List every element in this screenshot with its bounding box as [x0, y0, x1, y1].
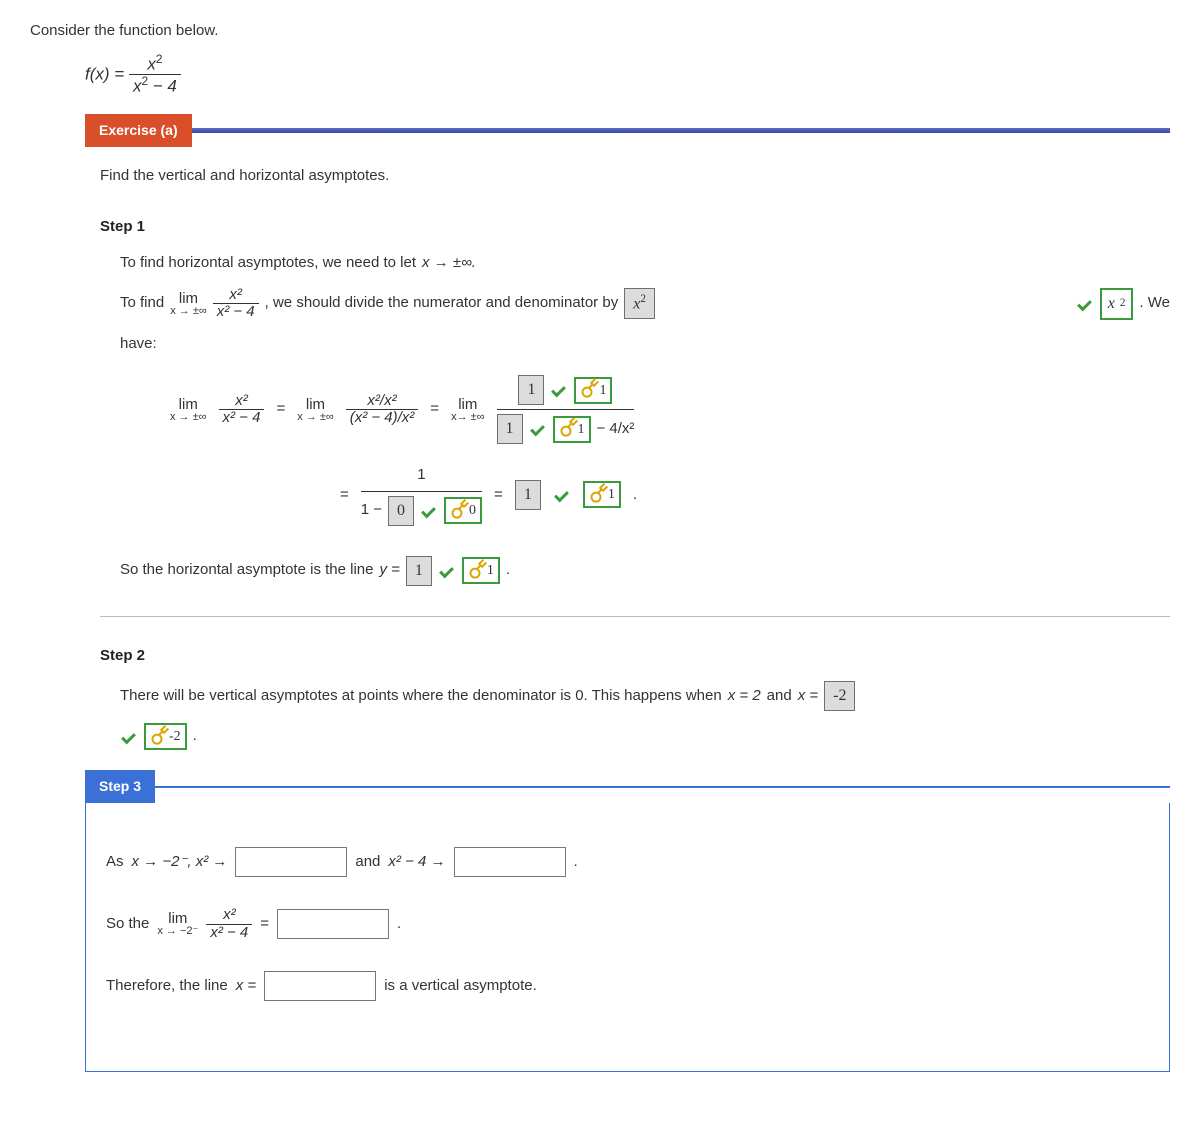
answer-vertical-x[interactable]: -2: [824, 681, 855, 711]
check-icon: [550, 383, 568, 397]
step3-row3: Therefore, the line x = is a vertical as…: [106, 971, 1149, 1001]
key-numerator-1: 1: [574, 377, 612, 404]
step1-conclusion: So the horizontal asymptote is the line …: [120, 556, 1170, 586]
input-vertical-asymptote[interactable]: [264, 971, 376, 1001]
key-denominator-1: 1: [553, 416, 591, 443]
exercise-tab: Exercise (a): [85, 114, 192, 147]
answer-limit-value[interactable]: 1: [515, 480, 541, 510]
step3-row2: So the limx → −2⁻ x²x² − 4 = .: [106, 907, 1149, 941]
step3-row1: As x → −2⁻, x² → and x² − 4 → .: [106, 847, 1149, 877]
check-icon: [438, 564, 456, 578]
step1-line3: have:: [120, 333, 1170, 356]
step2-label: Step 2: [100, 645, 1170, 668]
check-icon: [529, 422, 547, 436]
exercise-instruction: Find the vertical and horizontal asympto…: [100, 165, 1170, 188]
input-xsq-limit[interactable]: [235, 847, 347, 877]
key-icon: [447, 501, 467, 521]
prompt-text: Consider the function below.: [30, 20, 1170, 43]
check-icon: [120, 730, 138, 744]
key-icon: [465, 561, 485, 581]
step3-header: Step 3: [85, 770, 1170, 803]
step3-divider: [155, 786, 1170, 788]
exercise-header: Exercise (a): [85, 114, 1170, 147]
key-vertical-x: -2: [144, 723, 187, 750]
exercise-divider: [192, 128, 1170, 133]
step2-text: There will be vertical asymptotes at poi…: [120, 681, 1170, 711]
step3-container: As x → −2⁻, x² → and x² − 4 → . So the l…: [85, 803, 1170, 1072]
check-icon: [553, 488, 571, 502]
step2-feedback: -2 .: [120, 723, 1170, 750]
answer-denom-limit[interactable]: 0: [388, 496, 414, 526]
step1-equation-line2: = 1 1 − 0 0 = 1 1 .: [340, 464, 1170, 526]
step1-line2: To find limx → ±∞ x²x² − 4 , we should d…: [120, 287, 1170, 321]
answer-horizontal-asymptote[interactable]: 1: [406, 556, 432, 586]
answer-numerator-1[interactable]: 1: [518, 375, 544, 405]
answer-denominator-1[interactable]: 1: [497, 414, 523, 444]
check-icon: [1076, 297, 1094, 311]
key-icon: [586, 485, 606, 505]
step1-equation-line1: limx → ±∞ x²x² − 4 = limx → ±∞ x²/x²(x² …: [170, 375, 1170, 444]
key-limit-value: 1: [583, 481, 621, 508]
step1-label: Step 1: [100, 216, 1170, 239]
key-icon: [578, 380, 598, 400]
input-onesided-limit[interactable]: [277, 909, 389, 939]
key-horizontal-asymptote: 1: [462, 557, 500, 584]
input-denom-limit[interactable]: [454, 847, 566, 877]
divider: [100, 616, 1170, 617]
key-icon: [556, 419, 576, 439]
fx-label: f(x) =: [85, 64, 124, 83]
key-divide-by: x2: [1100, 288, 1134, 320]
key-icon: [147, 727, 167, 747]
step1-line1: To find horizontal asymptotes, we need t…: [120, 252, 1170, 275]
key-denom-limit: 0: [444, 497, 482, 524]
step3-tab: Step 3: [85, 770, 155, 803]
check-icon: [420, 504, 438, 518]
function-fraction: x2 x2 − 4: [129, 53, 181, 97]
answer-divide-by[interactable]: x2: [624, 288, 655, 319]
function-definition: f(x) = x2 x2 − 4: [85, 53, 1170, 97]
